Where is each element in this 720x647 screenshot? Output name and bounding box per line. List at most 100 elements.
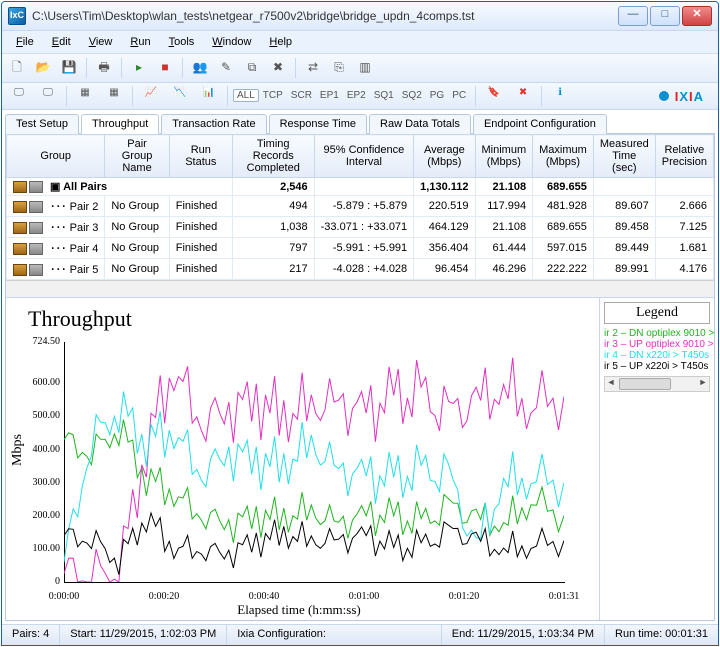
chart2-icon[interactable]: 📉 <box>167 85 193 107</box>
grid-horizontal-scrollbar[interactable] <box>6 280 714 297</box>
filter-chip-sq1[interactable]: SQ1 <box>370 88 398 103</box>
chart-y-tick: 600.00 <box>20 377 60 388</box>
tab-transaction-rate[interactable]: Transaction Rate <box>161 114 266 134</box>
toolbar-main: 🗋 📂 💾 🖶 ▸ ■ 👥 ✎ ⧉ ✖ ⇄ ⎘ ▥ <box>2 54 718 83</box>
legend-item[interactable]: ir 5 – UP x220i > T450s <box>604 361 714 372</box>
scroll-right-icon[interactable]: ► <box>697 377 709 389</box>
filter-chip-ep2[interactable]: EP2 <box>343 88 370 103</box>
legend-item[interactable]: ir 2 – DN optiplex 9010 > op <box>604 328 714 339</box>
series-line <box>64 513 564 575</box>
chart-y-tick: 500.00 <box>20 410 60 421</box>
tab-panel: GroupPair GroupNameRun StatusTiming Reco… <box>5 134 715 621</box>
filter-chip-scr[interactable]: SCR <box>287 88 316 103</box>
column-header[interactable]: MeasuredTime(sec) <box>593 135 655 178</box>
filter-chip-sq2[interactable]: SQ2 <box>398 88 426 103</box>
chart-x-tick: 0:00:00 <box>49 591 80 602</box>
run-icon[interactable]: ▸ <box>128 57 150 79</box>
column-header[interactable]: 95% ConfidenceInterval <box>314 135 414 178</box>
menu-window[interactable]: Window <box>204 34 259 50</box>
results-grid: GroupPair GroupNameRun StatusTiming Reco… <box>6 134 714 280</box>
copy-pair-icon[interactable]: ⧉ <box>241 57 263 79</box>
filter-chip-pc[interactable]: PC <box>448 88 470 103</box>
scroll-left-icon[interactable]: ◄ <box>605 377 617 389</box>
delete-pair-icon[interactable]: ✖ <box>267 57 289 79</box>
summary-row[interactable]: ▣ All Pairs2,5461,130.11221.108689.655 <box>7 178 714 196</box>
table-row[interactable]: ･･･ Pair 5No GroupFinished217-4.028 : +4… <box>7 259 714 280</box>
stop-icon[interactable]: ■ <box>154 57 176 79</box>
menu-view[interactable]: View <box>81 34 121 50</box>
chart-x-tick: 0:00:40 <box>249 591 280 602</box>
menu-edit[interactable]: Edit <box>44 34 79 50</box>
column-header[interactable]: Run Status <box>169 135 232 178</box>
edit-pair-icon[interactable]: ✎ <box>215 57 237 79</box>
save-icon[interactable]: 💾 <box>58 57 80 79</box>
tab-raw-data-totals[interactable]: Raw Data Totals <box>369 114 471 134</box>
tag-icon[interactable]: 🔖 <box>481 85 507 107</box>
maximize-button[interactable]: □ <box>650 6 680 26</box>
legend-item[interactable]: ir 4 – DN x220i > T450s <box>604 350 714 361</box>
monitor1-icon[interactable]: 🖵 <box>6 85 32 107</box>
close-button[interactable]: ✕ <box>682 6 712 26</box>
menu-file[interactable]: File <box>8 34 42 50</box>
app-window: IxC C:\Users\Tim\Desktop\wlan_tests\netg… <box>1 1 719 646</box>
filter-chip-ep1[interactable]: EP1 <box>316 88 343 103</box>
status-config: Ixia Configuration: <box>227 625 442 645</box>
filter-chip-pg[interactable]: PG <box>426 88 448 103</box>
table-row[interactable]: ･･･ Pair 3No GroupFinished1,038-33.071 :… <box>7 217 714 238</box>
toolbar-filter: 🖵 🖵 ▦ ▦ 📈 📉 📊 ALLTCPSCREP1EP2SQ1SQ2PGPC … <box>2 83 718 110</box>
net2-icon[interactable]: ▦ <box>101 85 127 107</box>
tab-throughput[interactable]: Throughput <box>81 114 159 134</box>
chart-y-tick: 100.00 <box>20 543 60 554</box>
monitor2-icon[interactable]: 🖵 <box>35 85 61 107</box>
info-icon[interactable]: ℹ <box>547 85 573 107</box>
chart-x-tick: 0:00:20 <box>149 591 180 602</box>
chart-y-tick: 400.00 <box>20 444 60 455</box>
scroll-thumb[interactable] <box>619 378 671 390</box>
chart-plot: Mbps Elapsed time (h:mm:ss) 0100.00200.0… <box>10 336 588 616</box>
column-header[interactable]: Minimum(Mbps) <box>475 135 533 178</box>
new-icon[interactable]: 🗋 <box>6 57 28 79</box>
column-header[interactable]: Maximum(Mbps) <box>533 135 594 178</box>
cross-icon[interactable]: ✖ <box>510 85 536 107</box>
clone-icon[interactable]: ⎘ <box>328 57 350 79</box>
group-icon[interactable]: ▥ <box>354 57 376 79</box>
chart-title: Throughput <box>28 306 595 332</box>
column-header[interactable]: RelativePrecision <box>655 135 713 178</box>
table-row[interactable]: ･･･ Pair 2No GroupFinished494-5.879 : +5… <box>7 196 714 217</box>
titlebar: IxC C:\Users\Tim\Desktop\wlan_tests\netg… <box>2 2 718 31</box>
menu-help[interactable]: Help <box>261 34 300 50</box>
filter-chip-all[interactable]: ALL <box>233 89 259 102</box>
tab-response-time[interactable]: Response Time <box>269 114 367 134</box>
chart-y-tick: 0 <box>20 576 60 587</box>
grid-header-row: GroupPair GroupNameRun StatusTiming Reco… <box>7 135 714 178</box>
status-start: Start: 11/29/2015, 1:02:03 PM <box>60 625 227 645</box>
chart-x-tick: 0:01:31 <box>549 591 580 602</box>
legend-title: Legend <box>604 302 710 324</box>
swap-icon[interactable]: ⇄ <box>302 57 324 79</box>
legend-horizontal-scrollbar[interactable]: ◄ ► <box>604 376 710 392</box>
chart-y-tick: 200.00 <box>20 510 60 521</box>
menu-run[interactable]: Run <box>122 34 158 50</box>
add-pair-icon[interactable]: 👥 <box>189 57 211 79</box>
print-icon[interactable]: 🖶 <box>93 57 115 79</box>
chart3-icon[interactable]: 📊 <box>196 85 222 107</box>
column-header[interactable]: Pair GroupName <box>105 135 169 178</box>
tab-test-setup[interactable]: Test Setup <box>5 114 79 134</box>
chart-y-tick: 300.00 <box>20 477 60 488</box>
chart-series-svg <box>64 342 564 582</box>
menubar: FileEditViewRunToolsWindowHelp <box>2 31 718 54</box>
column-header[interactable]: Timing RecordsCompleted <box>232 135 314 178</box>
net1-icon[interactable]: ▦ <box>72 85 98 107</box>
legend-item[interactable]: ir 3 – UP optiplex 9010 > op <box>604 339 714 350</box>
filter-chip-tcp[interactable]: TCP <box>259 88 287 103</box>
column-header[interactable]: Average(Mbps) <box>414 135 475 178</box>
menu-tools[interactable]: Tools <box>161 34 203 50</box>
open-icon[interactable]: 📂 <box>32 57 54 79</box>
tab-endpoint-configuration[interactable]: Endpoint Configuration <box>473 114 607 134</box>
table-row[interactable]: ･･･ Pair 4No GroupFinished797-5.991 : +5… <box>7 238 714 259</box>
chart1-icon[interactable]: 📈 <box>138 85 164 107</box>
series-line <box>64 420 564 543</box>
status-pairs: Pairs: 4 <box>2 625 60 645</box>
column-header[interactable]: Group <box>7 135 105 178</box>
minimize-button[interactable]: — <box>618 6 648 26</box>
